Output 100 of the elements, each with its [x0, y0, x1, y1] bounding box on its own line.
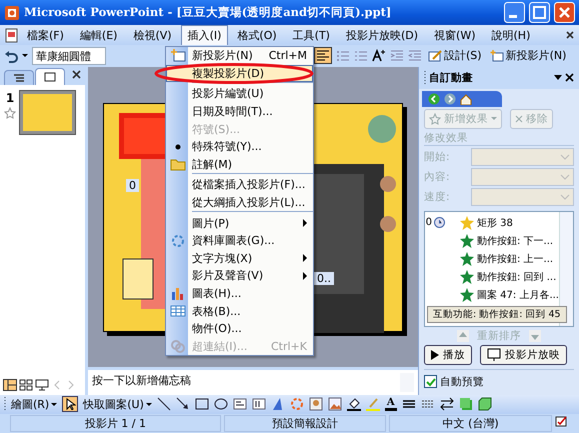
- checkbox[interactable]: [424, 375, 437, 388]
- effect-item[interactable]: 動作按鈕: 上一...: [425, 250, 559, 268]
- align-left-icon[interactable]: [316, 49, 330, 62]
- menu-item[interactable]: 檔案(F): [20, 24, 71, 46]
- toolbar-button[interactable]: 新投影片(N): [488, 47, 568, 64]
- caret-icon: [51, 402, 58, 406]
- close-icon[interactable]: [565, 73, 574, 82]
- tooltip: 互動功能: 動作按鈕: 回到 45: [427, 306, 567, 323]
- reorder-label: 重新排序: [477, 328, 521, 343]
- menu-item[interactable]: 註解(M): [166, 156, 313, 174]
- arrow-icon[interactable]: [176, 397, 190, 412]
- remove-icon: [515, 114, 523, 123]
- dropdown-field[interactable]: [471, 148, 574, 166]
- slide-number: 1: [6, 90, 14, 105]
- slideshow-button[interactable]: 投影片放映: [480, 344, 567, 365]
- effect-name: 動作按鈕: 下一...: [477, 234, 554, 248]
- picture-icon[interactable]: [328, 397, 342, 412]
- menu-item[interactable]: 投影片編號(U): [166, 85, 313, 103]
- play-button[interactable]: 播放: [424, 344, 472, 365]
- oval-icon[interactable]: [214, 397, 228, 412]
- font-size-icon[interactable]: [372, 48, 386, 63]
- status-text: 中文 (台灣): [389, 415, 552, 432]
- star-icon: [429, 112, 441, 125]
- toolbar-button[interactable]: 設計(S): [426, 47, 484, 64]
- chevron-icon: [560, 194, 570, 200]
- document-icon: [4, 28, 18, 43]
- pointer-icon[interactable]: [64, 398, 76, 410]
- effect-item[interactable]: 動作按鈕: 回到 ...: [425, 268, 559, 286]
- menu-item[interactable]: 文字方塊(X): [166, 250, 313, 268]
- menu-item[interactable]: 圖表(H)...: [166, 284, 313, 302]
- dropdown-icon[interactable]: [22, 54, 28, 58]
- menu-item[interactable]: 表格(B)...: [166, 302, 313, 320]
- line-color-icon[interactable]: [366, 397, 380, 412]
- slide-label: 0: [126, 178, 139, 192]
- autoshapes-menu[interactable]: 快取圖案(U): [83, 396, 152, 412]
- menu-item[interactable]: 視窗(W): [427, 24, 482, 46]
- menu-item[interactable]: 檢視(V): [126, 24, 179, 46]
- menu-item[interactable]: 特殊符號(Y)...: [166, 138, 313, 156]
- menu-item[interactable]: 日期及時間(T)...: [166, 102, 313, 120]
- play-icon: [431, 350, 439, 360]
- dropdown-icon[interactable]: [554, 75, 562, 80]
- close-icon[interactable]: [72, 70, 81, 80]
- chevron-icon: [560, 154, 570, 160]
- back-icon[interactable]: [428, 92, 440, 105]
- caret-icon: [146, 402, 152, 406]
- animation-icon: [4, 106, 16, 119]
- menu-item[interactable]: 編輯(E): [72, 24, 124, 46]
- diagram-icon[interactable]: [290, 397, 304, 412]
- rectangle-icon[interactable]: [194, 397, 209, 412]
- maximize-icon[interactable]: [529, 2, 550, 24]
- text-box-icon[interactable]: [232, 397, 247, 412]
- menu-item[interactable]: 格式(O): [230, 24, 284, 46]
- table-icon: [170, 303, 186, 320]
- arrow-style-icon[interactable]: [440, 397, 454, 412]
- menu-item[interactable]: 說明(H): [484, 24, 538, 46]
- avatar-placeholder: [380, 176, 396, 192]
- menu-item[interactable]: 工具(T): [286, 24, 337, 46]
- check-icon: [426, 376, 436, 387]
- clip-art-icon[interactable]: [308, 397, 323, 412]
- caret-icon: [491, 117, 497, 120]
- close-icon[interactable]: [565, 30, 575, 40]
- font-field[interactable]: 華康細圓體: [32, 46, 106, 65]
- menu-item[interactable]: 影片及聲音(V): [166, 267, 313, 285]
- chevron-icon: [560, 174, 570, 180]
- design-icon: [428, 48, 442, 63]
- home-icon[interactable]: [460, 92, 472, 105]
- slide-thumbnail[interactable]: [20, 90, 75, 134]
- field-label: 內容:: [424, 170, 450, 184]
- line-icon[interactable]: [156, 397, 171, 412]
- effect-item[interactable]: 動作按鈕: 下一...: [425, 232, 559, 250]
- menu-item[interactable]: 圖片(P): [166, 214, 313, 232]
- slideshow-icon[interactable]: [35, 378, 49, 391]
- minimize-icon[interactable]: [504, 2, 525, 24]
- avatar-placeholder: [368, 114, 396, 143]
- effect-name: 矩形 38: [477, 216, 513, 230]
- forward-icon[interactable]: [444, 92, 456, 105]
- menu-item[interactable]: 投影片放映(D): [338, 24, 426, 46]
- menu-item[interactable]: 插入(I): [180, 24, 228, 46]
- fill-color-icon[interactable]: [346, 397, 361, 412]
- normal-view-icon[interactable]: [3, 378, 17, 391]
- menu-item[interactable]: 資料庫圖表(G)...: [166, 232, 313, 250]
- bar-chart-icon: [170, 286, 186, 302]
- slide-sorter-icon[interactable]: [19, 378, 33, 391]
- menu-item[interactable]: 從大綱插入投影片(L)...: [166, 194, 313, 212]
- effect-item[interactable]: 0 矩形 38: [425, 214, 559, 232]
- slide-label: 0..: [314, 272, 334, 285]
- dropdown-field[interactable]: [471, 188, 574, 206]
- undo-icon[interactable]: [4, 48, 18, 63]
- menu-item[interactable]: 新投影片(N) Ctrl+M: [166, 47, 313, 65]
- dropdown-field[interactable]: [471, 168, 574, 186]
- 3d-icon[interactable]: [478, 397, 492, 412]
- menu-item[interactable]: 物件(O)...: [166, 320, 313, 338]
- pane-tab[interactable]: [4, 70, 34, 85]
- link-icon: [170, 338, 186, 354]
- effect-item[interactable]: 圖案 47: 上月各...: [425, 286, 559, 304]
- pane-tab[interactable]: [35, 68, 65, 85]
- draw-menu[interactable]: 繪圖(R): [11, 396, 58, 412]
- font-color-button[interactable]: A: [384, 398, 397, 411]
- vertical-text-box-icon[interactable]: [252, 397, 266, 412]
- menu-item[interactable]: 從檔案插入投影片(F)...: [166, 176, 313, 194]
